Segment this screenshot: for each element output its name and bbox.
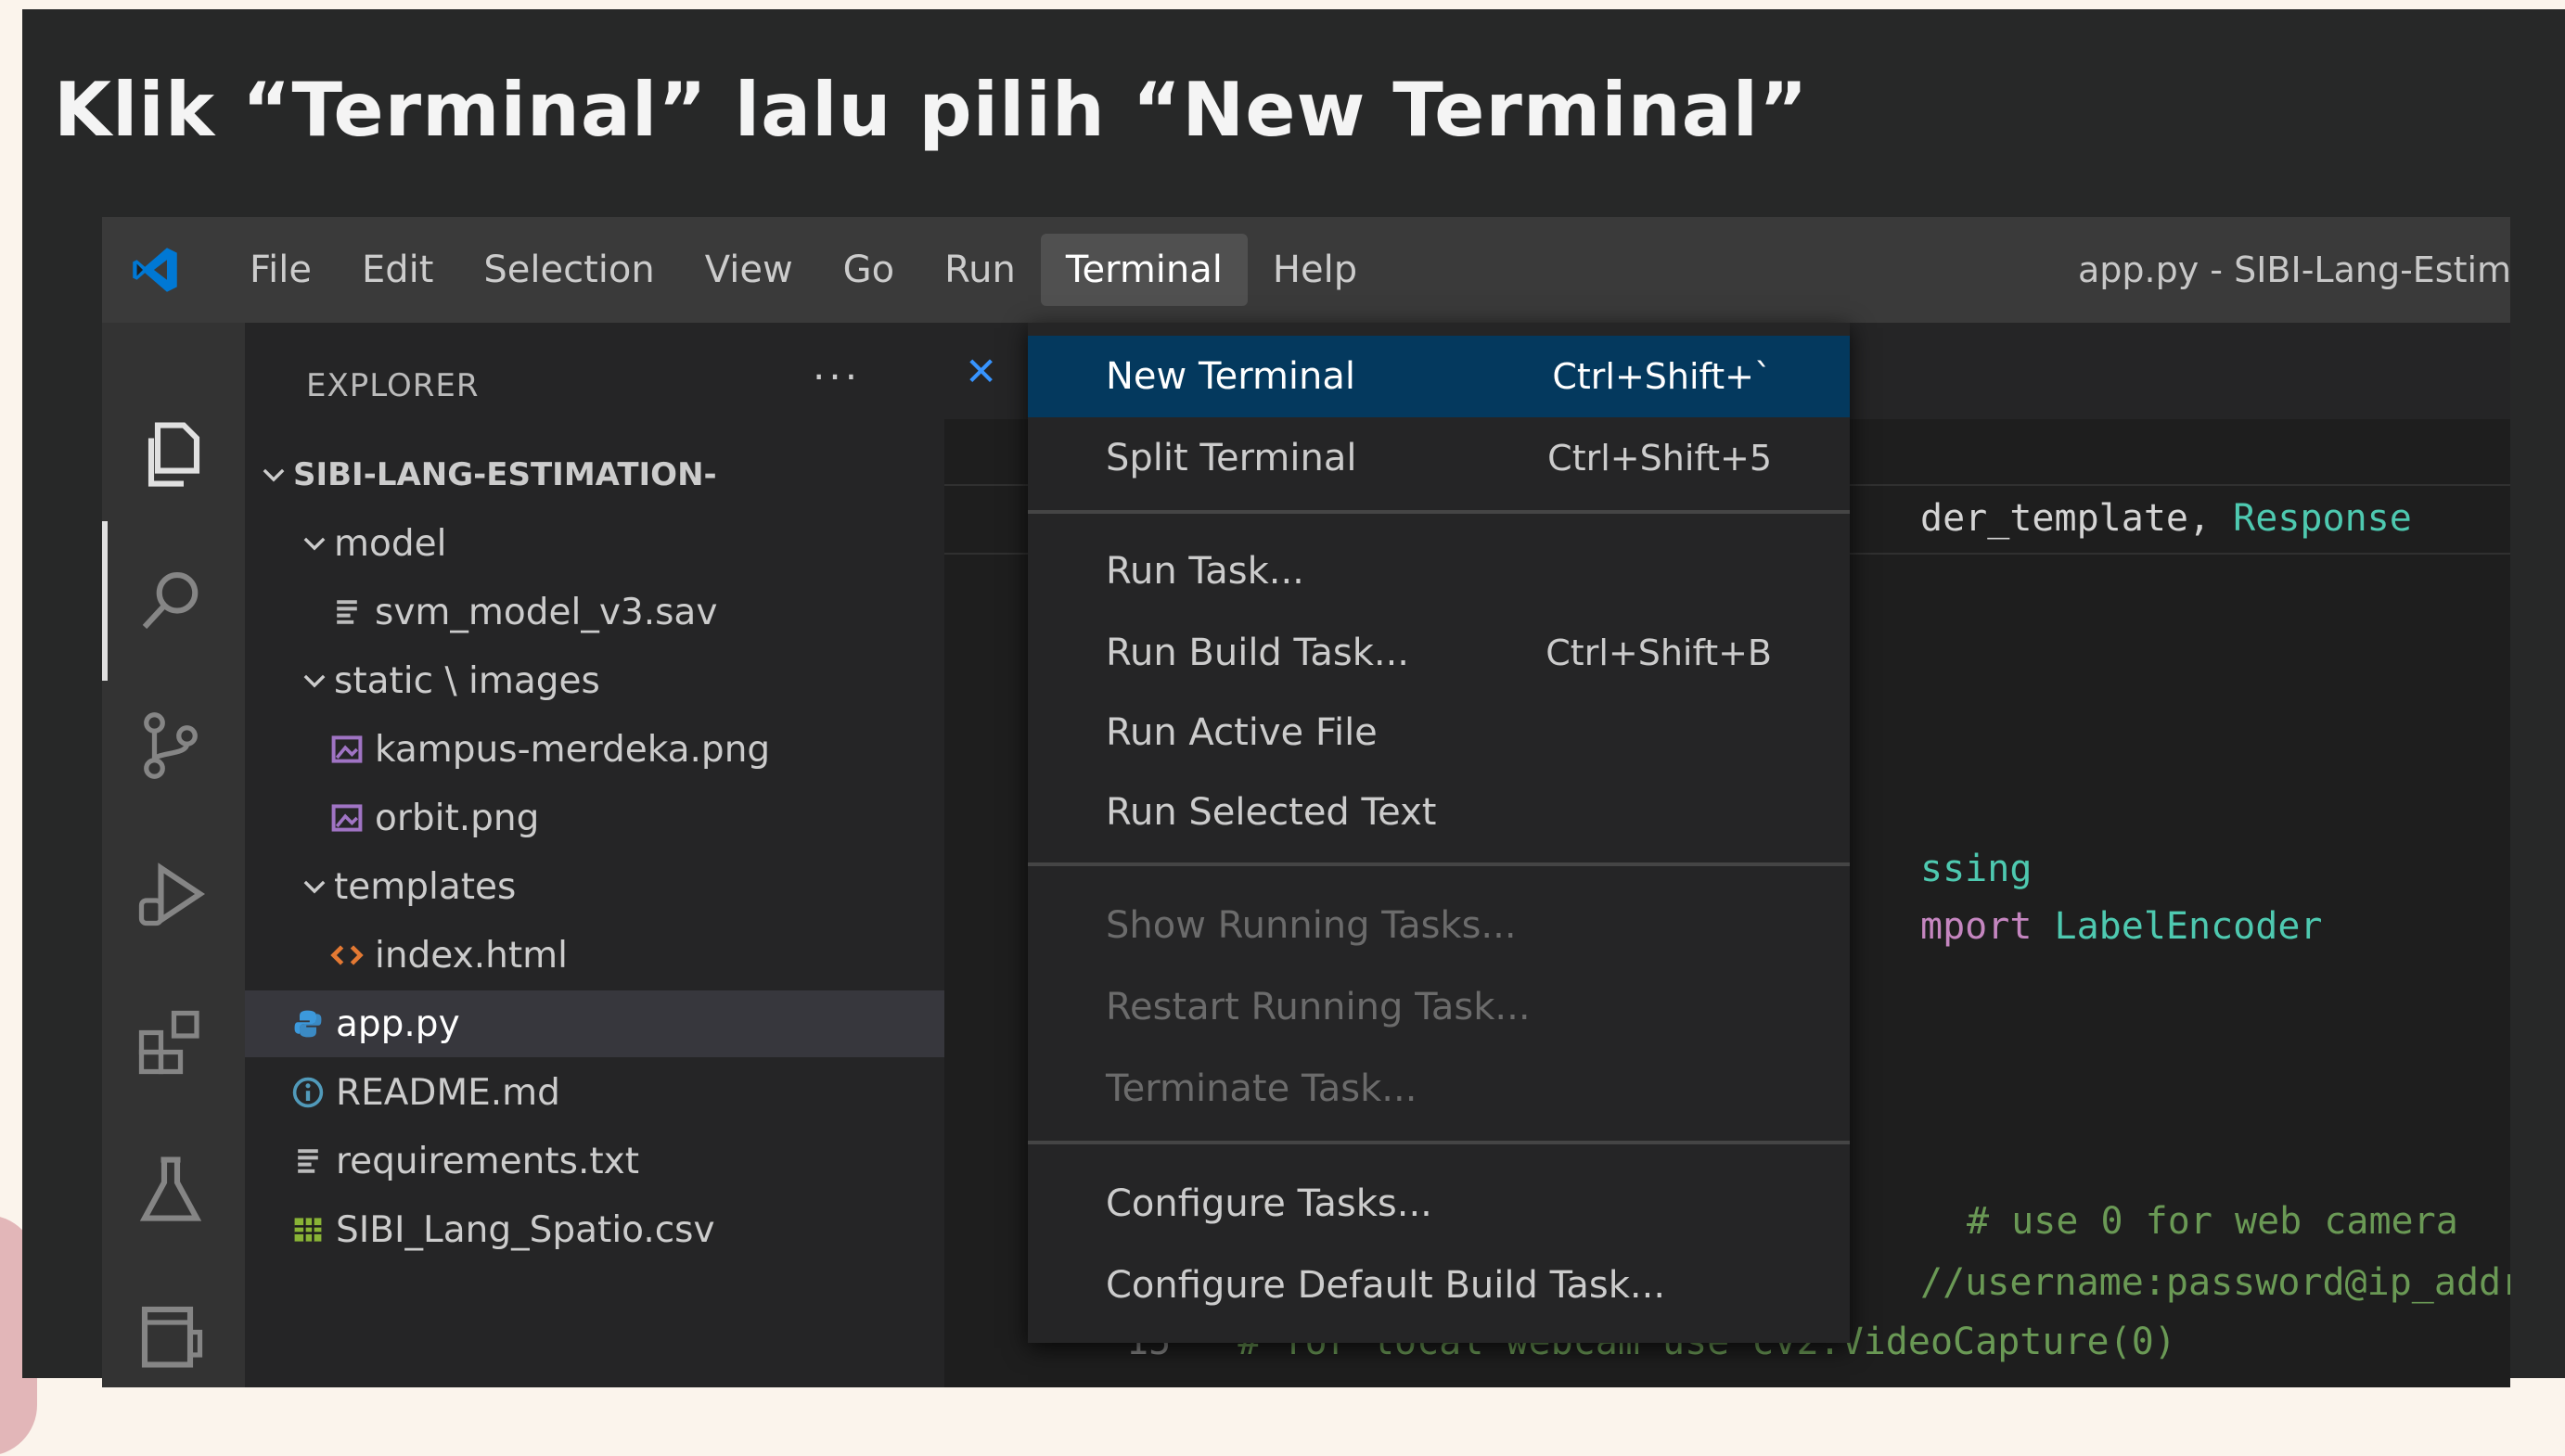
tree-root-folder[interactable]: SIBI-LANG-ESTIMATION- <box>245 441 944 508</box>
menu-separator <box>1028 510 1850 514</box>
menu-terminal[interactable]: Terminal <box>1040 234 1248 306</box>
terminal-dropdown-menu: New Terminal Ctrl+Shift+` Split Terminal… <box>1028 323 1850 1343</box>
testing-flask-icon[interactable] <box>132 1150 210 1228</box>
tree-item-label: index.html <box>375 934 568 977</box>
chevron-down-icon <box>303 537 326 551</box>
source-control-icon[interactable] <box>132 707 210 785</box>
explorer-more-button[interactable]: ··· <box>813 354 861 400</box>
tree-item-label: SIBI_Lang_Spatio.csv <box>336 1208 715 1251</box>
search-icon[interactable] <box>132 562 210 640</box>
menu-help[interactable]: Help <box>1248 234 1382 306</box>
run-debug-icon[interactable] <box>132 855 210 933</box>
menu-separator <box>1028 862 1850 866</box>
remote-explorer-icon[interactable] <box>132 1296 210 1374</box>
vscode-logo-icon <box>133 248 177 292</box>
tree-file-orbit[interactable]: orbit.png <box>245 785 944 851</box>
menu-item-show-running-tasks: Show Running Tasks... <box>1106 904 1517 947</box>
tree-file-readme[interactable]: README.md <box>245 1059 944 1126</box>
explorer-sidebar: EXPLORER ··· SIBI-LANG-ESTIMATION- model… <box>245 323 944 1387</box>
python-tab-icon[interactable]: ✕ <box>965 349 997 394</box>
tree-item-label: app.py <box>336 1003 460 1045</box>
tree-file-requirements[interactable]: requirements.txt <box>245 1128 944 1194</box>
tree-item-label: model <box>334 522 447 565</box>
title-bar: File Edit Selection View Go Run Terminal… <box>102 217 2510 323</box>
html-file-icon <box>330 945 364 965</box>
menu-item-run-active-file[interactable]: Run Active File <box>1028 692 1850 773</box>
tree-folder-model[interactable]: model <box>245 510 944 577</box>
explorer-title: EXPLORER <box>306 367 480 404</box>
code-line-imports: der_template, Response <box>1920 497 2412 540</box>
tree-item-label: kampus-merdeka.png <box>375 728 771 771</box>
tree-folder-static-images[interactable]: static \ images <box>245 647 944 714</box>
menu-bar: File Edit Selection View Go Run Terminal… <box>224 217 1382 323</box>
tree-file-index-html[interactable]: index.html <box>245 922 944 989</box>
menu-item-run-build-task[interactable]: Run Build Task... Ctrl+Shift+B <box>1028 612 1850 694</box>
tree-item-label: static \ images <box>334 659 600 702</box>
code-line-comment-camera: # use 0 for web camera <box>1967 1200 2458 1243</box>
tree-file-svm-model[interactable]: svm_model_v3.sav <box>245 579 944 645</box>
explorer-files-icon[interactable] <box>132 415 210 493</box>
window-title: app.py - SIBI-Lang-Estimat <box>2078 249 2510 290</box>
extensions-icon[interactable] <box>132 1003 210 1081</box>
menu-view[interactable]: View <box>680 234 818 306</box>
file-lines-icon <box>337 600 357 624</box>
activity-bar <box>102 323 245 1387</box>
tree-file-app-py[interactable]: app.py <box>245 990 944 1057</box>
code-line-preprocessing: ssing <box>1920 848 2033 890</box>
chevron-down-icon <box>303 674 326 688</box>
tree-item-label: README.md <box>336 1071 560 1114</box>
menu-edit[interactable]: Edit <box>337 234 458 306</box>
image-file-icon <box>331 804 363 832</box>
menu-item-terminate-task: Terminate Task... <box>1106 1067 1417 1110</box>
chevron-down-icon <box>303 880 326 894</box>
tree-item-label: SIBI-LANG-ESTIMATION- <box>293 456 717 493</box>
image-file-icon <box>331 735 363 763</box>
menu-item-run-selected-text[interactable]: Run Selected Text <box>1028 772 1850 853</box>
info-icon <box>292 1077 324 1108</box>
code-line-comment-url: //username:password@ip_addre <box>1920 1261 2510 1304</box>
menu-item-configure-default-build-task[interactable]: Configure Default Build Task... <box>1028 1245 1850 1326</box>
python-file-icon <box>294 1010 322 1038</box>
tree-folder-templates[interactable]: templates <box>245 853 944 920</box>
menu-item-configure-tasks[interactable]: Configure Tasks... <box>1028 1163 1850 1245</box>
menu-item-new-terminal[interactable]: New Terminal Ctrl+Shift+` <box>1028 336 1850 417</box>
slide-title: Klik “Terminal” lalu pilih “New Terminal… <box>54 67 1809 153</box>
menu-run[interactable]: Run <box>919 234 1041 306</box>
menu-item-restart-running-task: Restart Running Task... <box>1106 986 1531 1028</box>
tree-item-label: requirements.txt <box>336 1140 640 1182</box>
menu-item-split-terminal[interactable]: Split Terminal Ctrl+Shift+5 <box>1028 417 1850 499</box>
active-indicator <box>102 521 108 681</box>
menu-selection[interactable]: Selection <box>458 234 679 306</box>
vscode-window: File Edit Selection View Go Run Terminal… <box>102 217 2510 1387</box>
tree-item-label: svm_model_v3.sav <box>375 591 718 633</box>
tree-file-kampus-merdeka[interactable]: kampus-merdeka.png <box>245 716 944 783</box>
menu-go[interactable]: Go <box>818 234 919 306</box>
tree-item-label: templates <box>334 865 517 908</box>
csv-file-icon <box>294 1218 322 1242</box>
menu-separator <box>1028 1141 1850 1144</box>
tree-item-label: orbit.png <box>375 797 540 839</box>
chevron-down-icon <box>263 468 285 482</box>
slide: Klik “Terminal” lalu pilih “New Terminal… <box>22 9 2565 1387</box>
code-line-labelencoder: mport LabelEncoder <box>1920 905 2323 948</box>
tree-file-csv[interactable]: SIBI_Lang_Spatio.csv <box>245 1196 944 1263</box>
file-lines-icon <box>298 1149 318 1173</box>
menu-item-run-task[interactable]: Run Task... <box>1028 530 1850 612</box>
menu-file[interactable]: File <box>224 234 337 306</box>
